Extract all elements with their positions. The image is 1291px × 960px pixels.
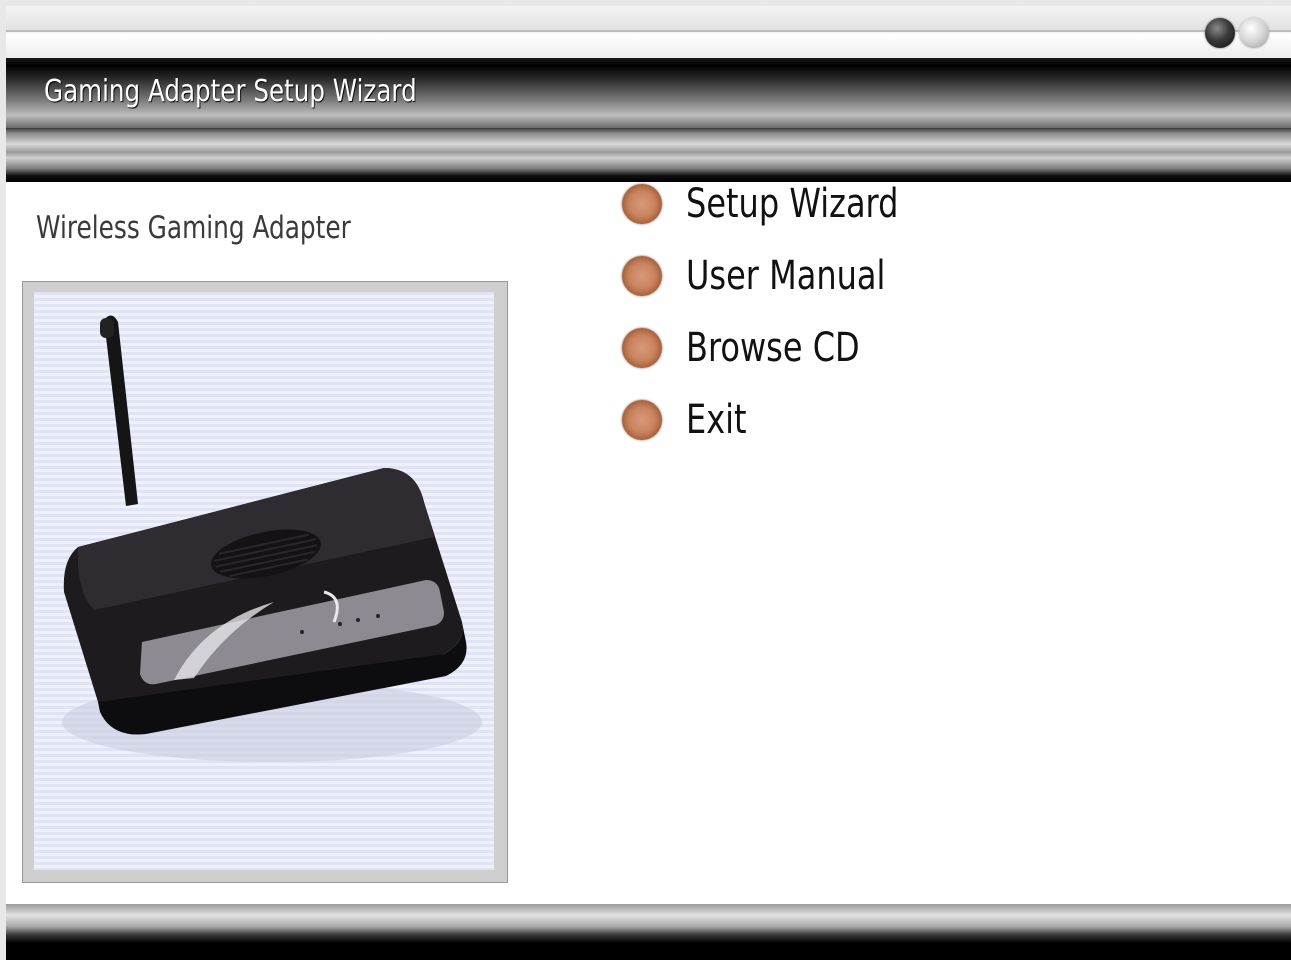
product-photo [34, 292, 494, 870]
top-chrome [6, 6, 1291, 58]
minimize-dot-icon[interactable] [1205, 18, 1235, 48]
app-window: Gaming Adapter Setup Wizard Wireless Gam… [0, 0, 1291, 960]
bullet-icon [622, 328, 662, 368]
menu-item-user-manual[interactable]: User Manual [622, 240, 952, 312]
top-chrome-line [6, 30, 1291, 32]
bullet-icon [622, 400, 662, 440]
title-bar: Gaming Adapter Setup Wizard [6, 58, 1291, 128]
menu-item-setup-wizard[interactable]: Setup Wizard [622, 168, 952, 240]
menu-item-exit[interactable]: Exit [622, 384, 952, 456]
close-dot-icon[interactable] [1239, 18, 1269, 48]
bullet-icon [622, 184, 662, 224]
product-photo-frame [22, 281, 508, 883]
window-controls [1205, 18, 1269, 48]
menu-item-label: User Manual [686, 253, 886, 299]
bottom-chrome [6, 904, 1291, 960]
menu-item-label: Exit [686, 397, 747, 443]
menu-item-label: Setup Wizard [686, 181, 899, 227]
product-name: Wireless Gaming Adapter [36, 210, 351, 246]
bullet-icon [622, 256, 662, 296]
menu-item-browse-cd[interactable]: Browse CD [622, 312, 952, 384]
menu-item-label: Browse CD [686, 325, 860, 371]
main-menu: Setup Wizard User Manual Browse CD Exit [622, 168, 952, 456]
window-title: Gaming Adapter Setup Wizard [44, 74, 417, 109]
wireless-router-icon [62, 315, 482, 762]
